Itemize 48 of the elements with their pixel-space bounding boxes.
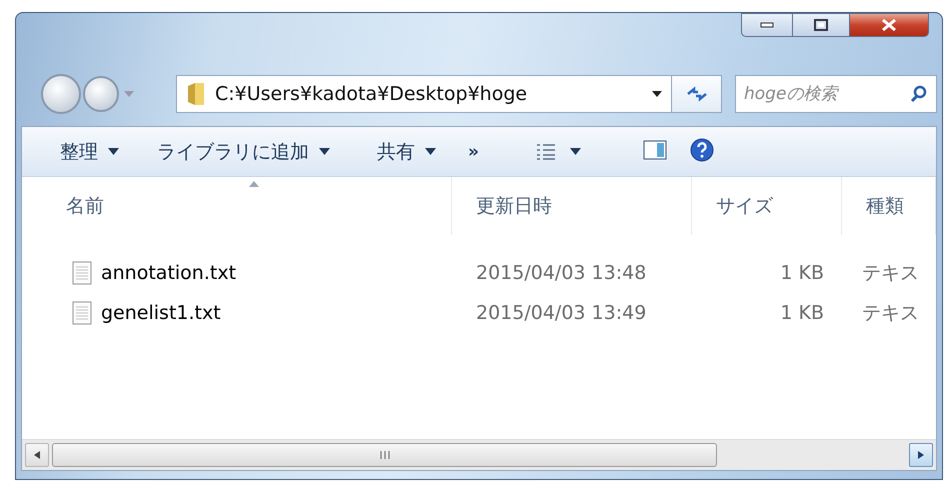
close-button[interactable] <box>850 13 929 37</box>
text-file-icon <box>72 261 92 285</box>
forward-button[interactable] <box>83 76 119 112</box>
right-arrow-icon <box>918 451 924 459</box>
list-view-icon <box>536 142 556 160</box>
caret-icon <box>425 148 436 155</box>
modified-date: 2015/04/03 13:48 <box>475 262 648 284</box>
text-file-icon <box>72 301 92 325</box>
file-name[interactable]: genelist1.txt <box>101 302 221 324</box>
file-type: テキス <box>861 301 920 326</box>
modified-date: 2015/04/03 13:49 <box>475 302 648 324</box>
menu-button[interactable]: ライブラリに追加 <box>157 138 330 164</box>
file-size: 1 KB <box>779 262 825 284</box>
file-type: テキス <box>861 261 920 286</box>
scrollbar-thumb[interactable] <box>52 443 717 467</box>
caret-icon <box>319 148 330 155</box>
close-icon <box>881 18 897 32</box>
preview-pane-icon <box>642 140 667 160</box>
refresh-button[interactable] <box>672 75 722 113</box>
menu-button[interactable]: 共有 <box>377 138 436 164</box>
caret-icon <box>570 148 581 155</box>
grip-icon <box>380 451 390 459</box>
address-path: C:¥Users¥kadota¥Desktop¥hoge <box>214 83 528 105</box>
folder-icon <box>186 82 205 106</box>
caret-icon[interactable] <box>651 90 664 98</box>
minimize-button[interactable] <box>741 13 793 37</box>
column-header[interactable]: サイズ <box>692 177 842 235</box>
more-button[interactable]: » <box>468 142 479 162</box>
minimize-icon <box>760 22 774 28</box>
search-icon[interactable] <box>910 85 928 103</box>
view-options-button[interactable] <box>536 142 581 160</box>
refresh-icon <box>686 86 708 102</box>
column-header[interactable]: 種類 <box>842 177 936 235</box>
file-size: 1 KB <box>779 302 825 324</box>
column-header[interactable]: 名前 <box>22 177 452 235</box>
maximize-button[interactable] <box>793 13 850 37</box>
column-header[interactable]: 更新日時 <box>452 177 692 235</box>
maximize-icon <box>814 19 828 31</box>
address-field[interactable]: C:¥Users¥kadota¥Desktop¥hoge <box>176 75 672 113</box>
scroll-right-button[interactable] <box>909 443 933 467</box>
caret-icon <box>108 148 119 155</box>
file-name[interactable]: annotation.txt <box>101 262 236 284</box>
search-field[interactable]: hogeの検索 <box>735 75 937 113</box>
back-button[interactable] <box>41 74 81 114</box>
left-arrow-icon <box>34 451 40 459</box>
scroll-left-button[interactable] <box>25 443 49 467</box>
help-icon <box>690 138 714 162</box>
menu-button[interactable]: 整理 <box>60 138 119 164</box>
